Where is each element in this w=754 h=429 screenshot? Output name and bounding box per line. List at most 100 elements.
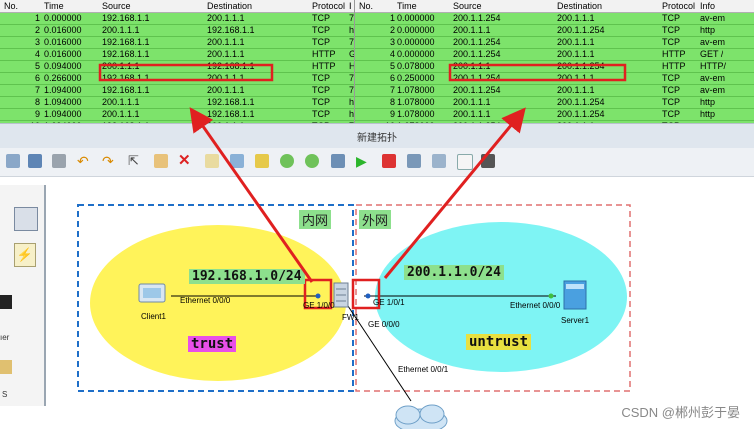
col-protocol[interactable]: Protocol [662,0,695,12]
packet-row[interactable]: 3 0.000000 200.1.1.254 200.1.1.1 TCP av-em [355,37,754,49]
server-label: Server1 [561,316,590,325]
redo-icon[interactable]: ↷ [102,154,116,168]
setting-icon[interactable] [457,154,473,170]
text-icon[interactable] [205,154,219,168]
start-icon[interactable]: ▶ [356,154,370,168]
packet-row[interactable]: 1 0.000000 192.168.1.1 200.1.1.1 TCP 7 [0,13,356,25]
cell-time: 0.000000 [397,37,435,47]
packet-row[interactable]: 2 0.000000 200.1.1.1 200.1.1.254 TCP http [355,25,754,37]
col-destination[interactable]: Destination [207,0,252,12]
col-time[interactable]: Time [397,0,417,12]
cell-protocol: HTTP [662,49,686,59]
packet-rows: 1 0.000000 200.1.1.254 200.1.1.1 TCP av-em 2 0.… [355,13,754,123]
help-icon[interactable] [481,154,495,168]
palette-text: S [2,390,8,399]
col-no[interactable]: No. [4,0,18,12]
grid-icon[interactable] [432,154,446,168]
packet-row[interactable]: 7 1.078000 200.1.1.254 200.1.1.1 TCP av-em [355,85,754,97]
packet-list-left: No. Time Source Destination Protocol I 1… [0,0,356,123]
cell-source: 200.1.1.1 [453,97,491,107]
packet-row[interactable]: 1 0.000000 200.1.1.254 200.1.1.1 TCP av-em [355,13,754,25]
packet-row[interactable]: 5 0.094000 200.1.1.1 192.168.1.1 HTTP H [0,61,356,73]
cell-source: 192.168.1.1 [102,37,150,47]
cell-source: 200.1.1.1 [102,61,140,71]
zoom-in-icon[interactable] [255,154,269,168]
col-source[interactable]: Source [102,0,131,12]
hand-icon[interactable] [154,154,168,168]
cell-time: 1.094000 [44,85,82,95]
cell-no: 8 [34,97,40,107]
cell-destination: 200.1.1.1 [557,49,595,59]
cell-time: 1.094000 [44,97,82,107]
packet-row[interactable]: 3 0.016000 192.168.1.1 200.1.1.1 TCP 7 [0,37,356,49]
firewall-icon[interactable] [333,282,349,308]
cell-source: 192.168.1.1 [102,85,150,95]
cell-source: 200.1.1.1 [453,109,491,119]
stop-icon[interactable] [382,154,396,168]
device-thumb-icon[interactable] [0,360,12,374]
cell-time: 0.016000 [44,37,82,47]
console-icon[interactable] [331,154,345,168]
packet-row[interactable]: 9 1.094000 200.1.1.1 192.168.1.1 TCP h [0,109,356,121]
cell-protocol: TCP [662,13,680,23]
capture-icon[interactable] [230,154,244,168]
cell-protocol: TCP [662,37,680,47]
cell-time: 0.000000 [397,13,435,23]
col-protocol[interactable]: Protocol [312,0,345,12]
client-pc-icon[interactable] [138,283,166,303]
fw-bottom-port-label: GE 0/0/0 [368,320,400,329]
packet-row[interactable]: 8 1.078000 200.1.1.1 200.1.1.254 TCP http [355,97,754,109]
device-thumb-icon[interactable] [0,295,12,309]
packet-row[interactable]: 2 0.016000 200.1.1.1 192.168.1.1 TCP h [0,25,356,37]
col-no[interactable]: No. [359,0,373,12]
packet-row[interactable]: 4 0.000000 200.1.1.254 200.1.1.1 HTTP GET / [355,49,754,61]
select-icon[interactable]: ⇱ [128,154,142,168]
packet-row[interactable]: 4 0.016000 192.168.1.1 200.1.1.1 HTTP G [0,49,356,61]
undo-icon[interactable]: ↶ [77,154,91,168]
window-title: 新建拓扑 [357,133,397,144]
cell-info: http [700,109,716,119]
firewall-device-icon[interactable] [14,207,38,231]
cell-protocol: TCP [312,109,330,119]
cloud-icon[interactable] [394,404,448,429]
print-icon[interactable] [52,154,66,168]
cell-protocol: HTTP [662,61,686,71]
cell-destination: 200.1.1.254 [557,97,605,107]
packet-list-right: No. Time Source Destination Protocol Inf… [354,0,754,123]
cell-destination: 200.1.1.1 [207,49,245,59]
subnet-right: 200.1.1.0/24 [404,265,504,280]
cell-no: 9 [389,109,395,119]
cell-protocol: TCP [312,13,330,23]
power-icon[interactable]: ⚡ [14,243,36,267]
cell-time: 1.078000 [397,109,435,119]
col-time[interactable]: Time [44,0,64,12]
cell-destination: 200.1.1.1 [207,37,245,47]
packet-row[interactable]: 6 0.266000 192.168.1.1 200.1.1.1 TCP 7 [0,73,356,85]
new-icon[interactable] [6,154,20,168]
packet-row[interactable]: 6 0.250000 200.1.1.254 200.1.1.1 TCP av-em [355,73,754,85]
topology-canvas[interactable]: 内网 外网 192.168.1.0/24 200.1.1.0/24 trust … [46,185,754,429]
save-icon[interactable] [28,154,42,168]
cell-destination: 200.1.1.1 [207,73,245,83]
cell-info: HTTP/ [700,61,726,71]
delete-icon[interactable]: ✕ [178,153,192,168]
cell-time: 0.016000 [44,25,82,35]
packet-row[interactable]: 7 1.094000 192.168.1.1 200.1.1.1 TCP 7 [0,85,356,97]
fit-icon[interactable] [305,154,319,168]
packet-row[interactable]: 8 1.094000 200.1.1.1 192.168.1.1 TCP h [0,97,356,109]
cell-no: 7 [34,85,40,95]
packet-row[interactable]: 9 1.078000 200.1.1.1 200.1.1.254 TCP http [355,109,754,121]
col-destination[interactable]: Destination [557,0,602,12]
cell-destination: 192.168.1.1 [207,97,255,107]
topology-icon[interactable] [407,154,421,168]
cell-source: 200.1.1.1 [453,61,491,71]
server-port-label: Ethernet 0/0/0 [510,301,561,310]
col-info[interactable]: Info [700,0,715,12]
cell-info: GET / [700,49,724,59]
col-source[interactable]: Source [453,0,482,12]
server-icon[interactable] [563,280,587,310]
col-info-fragment[interactable]: I [349,0,352,12]
watermark: CSDN @郴州彭于晏 [621,405,740,420]
packet-row[interactable]: 5 0.078000 200.1.1.1 200.1.1.254 HTTP HTTP/ [355,61,754,73]
zoom-out-icon[interactable] [280,154,294,168]
